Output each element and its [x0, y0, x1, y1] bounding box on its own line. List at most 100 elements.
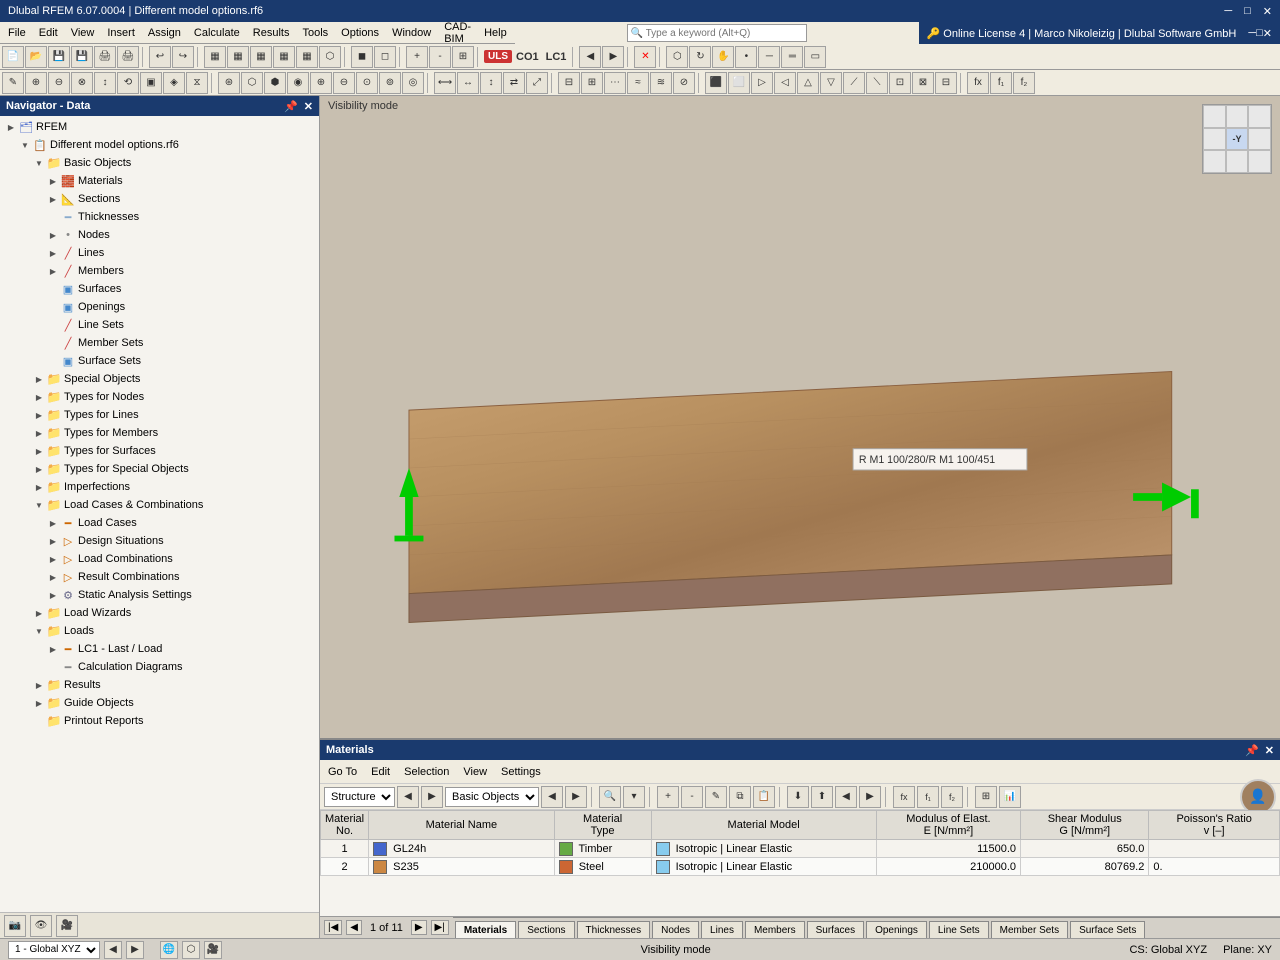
menu-cad-bim[interactable]: CAD-BIM: [438, 19, 477, 47]
menu-calculate[interactable]: Calculate: [188, 25, 246, 41]
t2-27[interactable]: ≈: [627, 72, 649, 94]
nav-video-btn[interactable]: 🎥: [56, 915, 78, 937]
tab-surfaces[interactable]: Surfaces: [807, 921, 864, 939]
tab-materials[interactable]: Materials: [455, 921, 516, 939]
minimize-btn[interactable]: ─: [1224, 5, 1232, 18]
table-row[interactable]: 1 GL24h Timber Isotropic |: [321, 840, 1280, 858]
cube-tm[interactable]: [1226, 105, 1249, 128]
cs-selector[interactable]: 1 - Global XYZ: [8, 941, 100, 959]
t2-19[interactable]: ⟷: [434, 72, 456, 94]
cube-tr[interactable]: [1248, 105, 1271, 128]
t2-12[interactable]: ⬢: [264, 72, 286, 94]
menu-assign[interactable]: Assign: [142, 25, 187, 41]
tree-load-combinations[interactable]: ▶ ▷ Load Combinations: [0, 550, 319, 568]
tree-surfaces[interactable]: ▶ ▣ Surfaces: [0, 280, 319, 298]
t2-33[interactable]: ◁: [774, 72, 796, 94]
cube-tl[interactable]: [1203, 105, 1226, 128]
cube-center[interactable]: -Y: [1226, 128, 1249, 151]
menu-edit[interactable]: Edit: [33, 25, 64, 41]
view-menu[interactable]: View: [459, 765, 491, 779]
view1-btn[interactable]: ▦: [204, 46, 226, 68]
line-btn[interactable]: ─: [758, 46, 780, 68]
t2-37[interactable]: ⟍: [866, 72, 888, 94]
panel-pin-btn[interactable]: 📌: [1245, 744, 1259, 757]
cube-ml[interactable]: [1203, 128, 1226, 151]
next-page-btn[interactable]: ▶: [411, 920, 427, 935]
rotate-btn[interactable]: ↻: [689, 46, 711, 68]
wireframe-btn[interactable]: ◻: [374, 46, 396, 68]
tree-load-cases[interactable]: ▶ ━ Load Cases: [0, 514, 319, 532]
nav-pin-btn[interactable]: 📌: [284, 100, 298, 113]
tree-imperfections[interactable]: ▶ 📁 Imperfections: [0, 478, 319, 496]
row1-name[interactable]: GL24h: [369, 840, 555, 858]
t2-41[interactable]: fx: [967, 72, 989, 94]
t2-42[interactable]: f₁: [990, 72, 1012, 94]
t2-17[interactable]: ⊚: [379, 72, 401, 94]
t2-34[interactable]: △: [797, 72, 819, 94]
t2-5[interactable]: ↕: [94, 72, 116, 94]
tree-static-analysis[interactable]: ▶ ⚙ Static Analysis Settings: [0, 586, 319, 604]
t2-13[interactable]: ◉: [287, 72, 309, 94]
t2-7[interactable]: ▣: [140, 72, 162, 94]
window-minimize-right[interactable]: ─: [1248, 27, 1256, 39]
t2-32[interactable]: ▷: [751, 72, 773, 94]
close-btn[interactable]: ✕: [1263, 5, 1272, 18]
formula2-btn[interactable]: f₁: [917, 786, 939, 808]
row2-name[interactable]: S235: [369, 858, 555, 876]
t2-15[interactable]: ⊖: [333, 72, 355, 94]
search-table-btn[interactable]: 🔍: [599, 786, 621, 808]
last-page-btn[interactable]: ▶|: [431, 920, 449, 935]
t2-23[interactable]: ⤢: [526, 72, 548, 94]
menu-window[interactable]: Window: [386, 25, 437, 41]
filter-prev-btn[interactable]: ◀: [397, 786, 419, 808]
formula-btn[interactable]: fx: [893, 786, 915, 808]
status-icon3[interactable]: 🎥: [204, 941, 222, 959]
tree-loads[interactable]: ▼ 📁 Loads: [0, 622, 319, 640]
t2-38[interactable]: ⊡: [889, 72, 911, 94]
tree-printout-reports[interactable]: ▶ 📁 Printout Reports: [0, 712, 319, 730]
tree-sections[interactable]: ▶ 📐 Sections: [0, 190, 319, 208]
t2-16[interactable]: ⊙: [356, 72, 378, 94]
redo-btn[interactable]: ↪: [172, 46, 194, 68]
tree-openings[interactable]: ▶ ▣ Openings: [0, 298, 319, 316]
zoom-fit-btn[interactable]: ⊞: [452, 46, 474, 68]
menu-file[interactable]: File: [2, 25, 32, 41]
structure-filter[interactable]: Structure: [324, 787, 395, 807]
selection-menu[interactable]: Selection: [400, 765, 453, 779]
t2-24[interactable]: ⊟: [558, 72, 580, 94]
nav-camera-btn[interactable]: 📷: [4, 915, 26, 937]
status-btn2[interactable]: ▶: [126, 941, 144, 959]
save-all-btn[interactable]: 💾: [71, 46, 93, 68]
menu-view[interactable]: View: [65, 25, 101, 41]
undo-btn[interactable]: ↩: [149, 46, 171, 68]
print2-btn[interactable]: 🖨: [117, 46, 139, 68]
tree-types-members[interactable]: ▶ 📁 Types for Members: [0, 424, 319, 442]
prev-btn[interactable]: ◀: [579, 46, 601, 68]
member-btn[interactable]: ═: [781, 46, 803, 68]
next-btn[interactable]: ▶: [602, 46, 624, 68]
table-row[interactable]: 2 S235 Steel Isotropic | L: [321, 858, 1280, 876]
calc-btn[interactable]: ✕: [634, 46, 656, 68]
menu-help[interactable]: Help: [478, 25, 513, 41]
status-btn1[interactable]: ◀: [104, 941, 122, 959]
cube-bl[interactable]: [1203, 150, 1226, 173]
view6-btn[interactable]: ⬡: [319, 46, 341, 68]
t2-3[interactable]: ⊖: [48, 72, 70, 94]
t2-8[interactable]: ◈: [163, 72, 185, 94]
prev-page-btn[interactable]: ◀: [346, 920, 362, 935]
t2-43[interactable]: f₂: [1013, 72, 1035, 94]
window-close-right[interactable]: ✕: [1263, 27, 1272, 40]
tree-materials[interactable]: ▶ 🧱 Materials: [0, 172, 319, 190]
tab-openings[interactable]: Openings: [866, 921, 927, 939]
filter-table-btn[interactable]: ▾: [623, 786, 645, 808]
basic-objects-filter[interactable]: Basic Objects: [445, 787, 539, 807]
add-row-btn[interactable]: +: [657, 786, 679, 808]
tree-result-combinations[interactable]: ▶ ▷ Result Combinations: [0, 568, 319, 586]
open-btn[interactable]: 📂: [25, 46, 47, 68]
tree-members[interactable]: ▶ ╱ Members: [0, 262, 319, 280]
paste-row-btn[interactable]: 📋: [753, 786, 775, 808]
tree-lines[interactable]: ▶ ╱ Lines: [0, 244, 319, 262]
tab-lines[interactable]: Lines: [701, 921, 743, 939]
status-icon2[interactable]: ⬡: [182, 941, 200, 959]
t2-29[interactable]: ⊘: [673, 72, 695, 94]
